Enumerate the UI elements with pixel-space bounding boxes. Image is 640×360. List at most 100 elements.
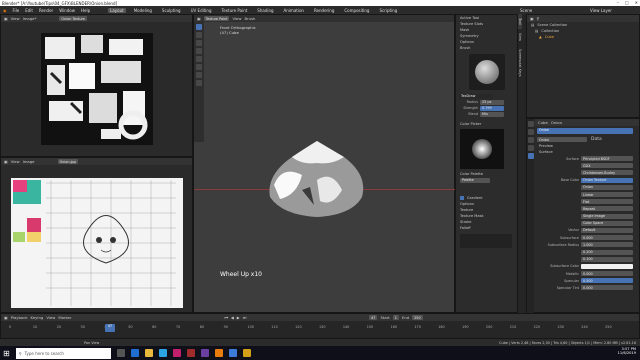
maximize-icon[interactable]: □	[625, 0, 629, 5]
view-layer-selector[interactable]: View Layer	[590, 8, 612, 13]
property-field[interactable]: 0.000	[581, 285, 633, 291]
onion-mesh[interactable]	[262, 135, 372, 220]
play-reverse-icon[interactable]: ◀	[231, 315, 234, 320]
start-frame-field[interactable]: 1	[392, 315, 399, 320]
app-icon-2[interactable]	[186, 349, 195, 357]
property-field[interactable]: 0.000	[581, 271, 633, 277]
playhead[interactable]: 47	[105, 324, 115, 332]
marker-menu[interactable]: Marker	[58, 315, 71, 320]
cursor-tool-icon[interactable]	[196, 80, 202, 86]
menu-file[interactable]: File	[13, 8, 20, 13]
editor-type-icon[interactable]: ▣	[197, 16, 201, 21]
header-image[interactable]: Image*	[23, 16, 37, 21]
minimize-icon[interactable]: –	[617, 0, 619, 5]
menu-edit[interactable]: Edit	[25, 8, 33, 13]
tab-sculpting[interactable]: Sculpting	[160, 8, 183, 13]
property-field[interactable]: Principled BSDF	[581, 156, 633, 162]
soften-tool-icon[interactable]	[196, 32, 202, 38]
image-name-field[interactable]: Onion.jpg	[57, 159, 78, 164]
mask-tool-icon[interactable]	[196, 64, 202, 70]
fill-tool-icon[interactable]	[196, 56, 202, 62]
tab-tool[interactable]: Tool	[518, 14, 522, 29]
property-field[interactable]: Flat	[581, 199, 633, 205]
header-image[interactable]: Image	[23, 159, 35, 164]
app-icon-5[interactable]	[242, 349, 251, 357]
jump-start-icon[interactable]: ⏮	[224, 315, 227, 320]
image-name-field[interactable]: Onion Texture	[59, 16, 87, 21]
blender-logo-icon[interactable]: ◉	[3, 8, 7, 13]
brush-name-field[interactable]: TexDraw	[459, 93, 493, 99]
gradient-checkbox[interactable]	[460, 196, 464, 200]
jump-end-icon[interactable]: ⏭	[243, 315, 246, 320]
property-field[interactable]	[581, 263, 633, 269]
property-field[interactable]: Linear	[581, 192, 633, 198]
property-field[interactable]: 0.100	[581, 256, 633, 262]
render-tab-icon[interactable]	[527, 121, 534, 127]
reference-image[interactable]	[11, 178, 183, 308]
property-field[interactable]: 1.000	[581, 242, 633, 248]
editor-type-icon[interactable]: ▣	[4, 315, 8, 320]
section-color-picker[interactable]: Color Picker	[456, 121, 517, 127]
tab-uv-editing[interactable]: UV Editing	[189, 8, 214, 13]
tab-scripting[interactable]: Scripting	[377, 8, 399, 13]
property-field[interactable]: Single Image	[581, 213, 633, 219]
scene-selector[interactable]: Scene	[520, 8, 532, 13]
property-field[interactable]: Default	[581, 227, 633, 233]
property-field[interactable]: GGX	[581, 163, 633, 169]
start-button-icon[interactable]: ⊞	[3, 349, 10, 358]
strength-field[interactable]: 0.799	[480, 105, 504, 111]
current-frame-field[interactable]: 47	[369, 315, 378, 320]
editor-type-icon[interactable]: ▣	[4, 16, 8, 21]
radius-field[interactable]: 25 px	[480, 99, 504, 105]
property-field[interactable]: Onion	[581, 184, 633, 190]
clone-tool-icon[interactable]	[196, 48, 202, 54]
property-field[interactable]: Color Space	[581, 220, 633, 226]
menu-window[interactable]: Window	[59, 8, 75, 13]
tab-compositing[interactable]: Compositing	[342, 8, 371, 13]
output-tab-icon[interactable]	[527, 129, 534, 135]
mode-selector[interactable]: Texture Paint	[203, 16, 230, 21]
taskbar-search-box[interactable]: ⚲ Type here to search	[15, 347, 111, 359]
outliner-cube[interactable]: ▲ Cube	[527, 34, 639, 40]
blend-select[interactable]: Mix	[480, 111, 504, 117]
app-icon-3[interactable]	[200, 349, 209, 357]
tab-layout[interactable]: Layout	[108, 7, 126, 13]
playback-menu[interactable]: Playback	[11, 315, 28, 320]
palette-name-field[interactable]: Palette	[460, 177, 490, 183]
close-icon[interactable]: ✕	[635, 0, 638, 5]
tab-rendering[interactable]: Rendering	[312, 8, 336, 13]
texture-image[interactable]	[41, 33, 153, 145]
search-icon[interactable]: ⚲	[537, 16, 540, 21]
tab-shading[interactable]: Shading	[255, 8, 275, 13]
menu-render[interactable]: Render	[39, 8, 53, 13]
edge-icon[interactable]	[130, 349, 139, 357]
tab-animation[interactable]: Animation	[282, 8, 306, 13]
smear-tool-icon[interactable]	[196, 40, 202, 46]
brush-preview[interactable]	[468, 54, 505, 90]
property-field[interactable]: 0.000	[581, 235, 633, 241]
task-view-icon[interactable]	[116, 349, 125, 357]
tab-view[interactable]: View	[518, 29, 522, 45]
app-icon-1[interactable]	[172, 349, 181, 357]
tab-screencast-keys[interactable]: Screencast Keys	[518, 45, 522, 81]
explorer-icon[interactable]	[144, 349, 153, 357]
header-view[interactable]: View	[11, 159, 20, 164]
editor-type-icon[interactable]: ▣	[4, 159, 8, 164]
property-field[interactable]: Onion Texture	[581, 177, 633, 183]
material-tab-icon[interactable]	[527, 153, 534, 159]
play-icon[interactable]: ▶	[237, 315, 240, 320]
app-icon-4[interactable]	[228, 349, 237, 357]
material-slot[interactable]: Onion	[537, 128, 633, 134]
keying-menu[interactable]: Keying	[31, 315, 44, 320]
falloff-curve[interactable]	[460, 234, 512, 248]
object-tab-icon[interactable]	[527, 145, 534, 151]
blender-taskbar-icon[interactable]	[214, 349, 223, 357]
frame-ruler[interactable]: 0102030405060708090100110120130140150160…	[9, 325, 629, 331]
tab-modeling[interactable]: Modeling	[132, 8, 154, 13]
property-field[interactable]: 0.500	[581, 278, 633, 284]
draw-tool-icon[interactable]	[196, 24, 202, 30]
data-label[interactable]: Data	[591, 137, 602, 142]
header-brush[interactable]: Brush	[245, 16, 256, 21]
section-falloff[interactable]: Falloff	[456, 225, 517, 231]
3d-viewport[interactable]: ▣ Texture Paint View Brush Front Orthogr…	[193, 14, 456, 313]
